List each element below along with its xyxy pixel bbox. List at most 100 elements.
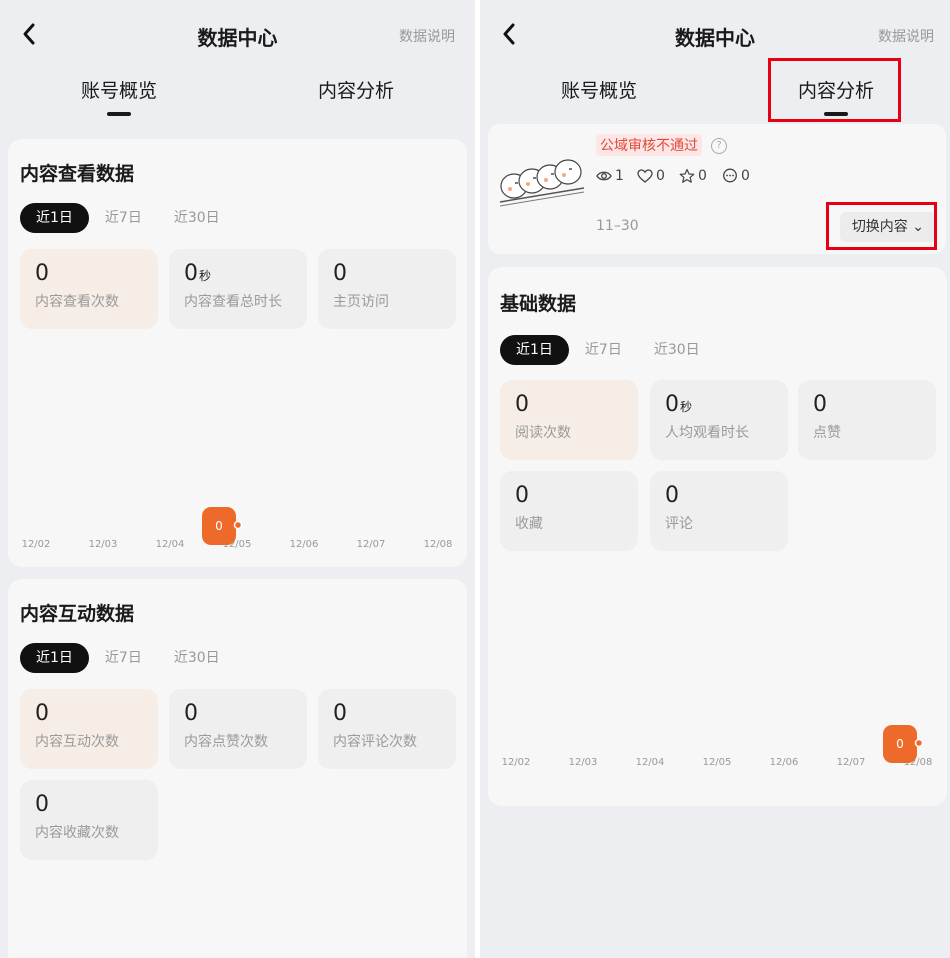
help-icon[interactable]: ? [711, 138, 727, 154]
range-30d-button[interactable]: 近30日 [158, 643, 236, 673]
tooltip-value: 0 [215, 519, 223, 533]
tab-content-analysis[interactable]: 内容分析 [736, 76, 936, 116]
comments-stat: 0 [722, 168, 750, 184]
switch-content-button[interactable]: 切换内容 ⌄ [839, 212, 936, 242]
metric-label: 内容查看次数 [35, 294, 119, 310]
data-explanation-link[interactable]: 数据说明 [399, 26, 455, 46]
metric-label: 收藏 [515, 516, 543, 532]
range-30d-button[interactable]: 近30日 [158, 203, 236, 233]
basic-data-card: 基础数据 近1日 近7日 近30日 0 阅读次数 0秒 人均观看时长 0 点赞 … [488, 267, 947, 806]
metric-interaction-count[interactable]: 0 内容互动次数 [20, 689, 158, 769]
range-7d-button[interactable]: 近7日 [569, 335, 638, 365]
metric-value: 0 [184, 701, 198, 726]
metric-value: 0 [333, 701, 347, 726]
trend-chart-svg: 12/02 12/03 12/04 12/05 12/06 12/07 12/080 [502, 725, 932, 768]
metric-value: 0 [515, 483, 529, 508]
account-overview-screen: 数据中心 数据说明 账号概览 内容分析 内容查看数据 近1日 近7日 近30日 … [0, 0, 475, 958]
x-tick-label: 12/08 [424, 539, 453, 550]
basic-trend-chart: 12/02 12/03 12/04 12/05 12/06 12/07 12/08 0 [488, 717, 947, 777]
metric-label: 主页访问 [333, 294, 389, 310]
content-interaction-card: 内容互动数据 近1日 近7日 近30日 0 内容互动次数 0 内容点赞次数 0 … [8, 579, 467, 958]
trend-chart-svg: 12/02 12/03 12/04 12/05 12/06 12/07 12/080 [22, 507, 453, 550]
tab-bar: 账号概览 内容分析 [480, 68, 950, 124]
metric-value: 0 [813, 392, 827, 417]
metric-value: 0 [665, 483, 679, 508]
metric-value: 0 [35, 792, 49, 817]
metric-label: 内容查看总时长 [184, 294, 282, 310]
data-point-marker [914, 738, 924, 748]
views-stat: 1 [596, 168, 624, 184]
x-tick-label: 12/03 [89, 539, 118, 550]
data-explanation-link[interactable]: 数据说明 [878, 26, 934, 46]
nav-bar: 数据中心 数据说明 [480, 0, 950, 68]
tab-account-overview[interactable]: 账号概览 [499, 76, 699, 116]
star-icon [679, 168, 695, 183]
metric-value: 0 [515, 392, 529, 417]
x-tick-label: 12/07 [837, 757, 866, 768]
time-range-selector: 近1日 近7日 近30日 [20, 203, 236, 233]
metric-label: 点赞 [813, 425, 841, 441]
metric-value: 0 [665, 392, 679, 417]
metric-label: 人均观看时长 [665, 425, 749, 441]
tab-label: 内容分析 [317, 80, 394, 102]
x-tick-label: 12/04 [636, 757, 665, 768]
tab-label: 账号概览 [560, 80, 637, 102]
range-1d-button[interactable]: 近1日 [20, 643, 89, 673]
tab-bar: 账号概览 内容分析 [0, 68, 475, 124]
metric-label: 评论 [665, 516, 693, 532]
metric-likes[interactable]: 0 点赞 [798, 380, 936, 460]
content-analysis-screen: 数据中心 数据说明 账号概览 内容分析 公域审核不通过 ? 1 0 0 0 11… [480, 0, 950, 958]
tab-content-analysis[interactable]: 内容分析 [256, 76, 456, 116]
metric-value: 0 [184, 261, 198, 286]
comments-count: 0 [741, 168, 750, 184]
metric-view-count[interactable]: 0 内容查看次数 [20, 249, 158, 329]
metric-avg-watch-time[interactable]: 0秒 人均观看时长 [650, 380, 788, 460]
time-range-selector: 近1日 近7日 近30日 [20, 643, 236, 673]
metric-comments[interactable]: 0 评论 [650, 471, 788, 551]
tooltip-value: 0 [896, 737, 904, 751]
x-tick-label: 12/06 [290, 539, 319, 550]
metric-comment-count[interactable]: 0 内容评论次数 [318, 689, 456, 769]
range-7d-button[interactable]: 近7日 [89, 643, 158, 673]
metric-value: 0 [35, 701, 49, 726]
eye-icon [596, 171, 612, 181]
metric-read-count[interactable]: 0 阅读次数 [500, 380, 638, 460]
content-view-card: 内容查看数据 近1日 近7日 近30日 0 内容查看次数 0秒 内容查看总时长 … [8, 139, 467, 567]
x-tick-label: 12/02 [22, 539, 51, 550]
range-1d-button[interactable]: 近1日 [20, 203, 89, 233]
metric-label: 内容评论次数 [333, 734, 417, 750]
range-7d-button[interactable]: 近7日 [89, 203, 158, 233]
range-30d-button[interactable]: 近30日 [638, 335, 716, 365]
tab-label: 内容分析 [797, 80, 874, 102]
likes-stat: 0 [637, 168, 665, 184]
range-1d-button[interactable]: 近1日 [500, 335, 569, 365]
metric-home-visits[interactable]: 0 主页访问 [318, 249, 456, 329]
tab-indicator [107, 112, 131, 116]
card-title: 内容互动数据 [20, 603, 135, 625]
review-status-badge: 公域审核不通过 [596, 134, 702, 156]
stars-stat: 0 [679, 168, 707, 184]
view-trend-chart: 12/02 12/03 12/04 12/05 12/06 12/07 12/08 0 [8, 499, 467, 559]
bird-sticker-image [499, 159, 585, 207]
tab-label: 账号概览 [80, 80, 157, 102]
time-range-selector: 近1日 近7日 近30日 [500, 335, 716, 365]
metric-value: 0 [333, 261, 347, 286]
data-point-marker [233, 520, 243, 530]
metric-like-count[interactable]: 0 内容点赞次数 [169, 689, 307, 769]
metric-unit: 秒 [680, 400, 693, 414]
metric-label: 阅读次数 [515, 425, 571, 441]
tab-account-overview[interactable]: 账号概览 [19, 76, 219, 116]
metric-value: 0 [35, 261, 49, 286]
x-tick-label: 12/07 [357, 539, 386, 550]
x-tick-label: 12/06 [770, 757, 799, 768]
likes-count: 0 [656, 168, 665, 184]
content-item-card[interactable]: 公域审核不通过 ? 1 0 0 0 11–30 切换内容 ⌄ [488, 124, 946, 254]
metric-favorites[interactable]: 0 收藏 [500, 471, 638, 551]
metric-favorite-count[interactable]: 0 内容收藏次数 [20, 780, 158, 860]
x-tick-label: 12/02 [502, 757, 531, 768]
x-tick-label: 12/04 [156, 539, 185, 550]
metric-label: 内容收藏次数 [35, 825, 119, 841]
card-title: 内容查看数据 [20, 163, 135, 185]
metric-view-duration[interactable]: 0秒 内容查看总时长 [169, 249, 307, 329]
metric-unit: 秒 [199, 269, 212, 283]
